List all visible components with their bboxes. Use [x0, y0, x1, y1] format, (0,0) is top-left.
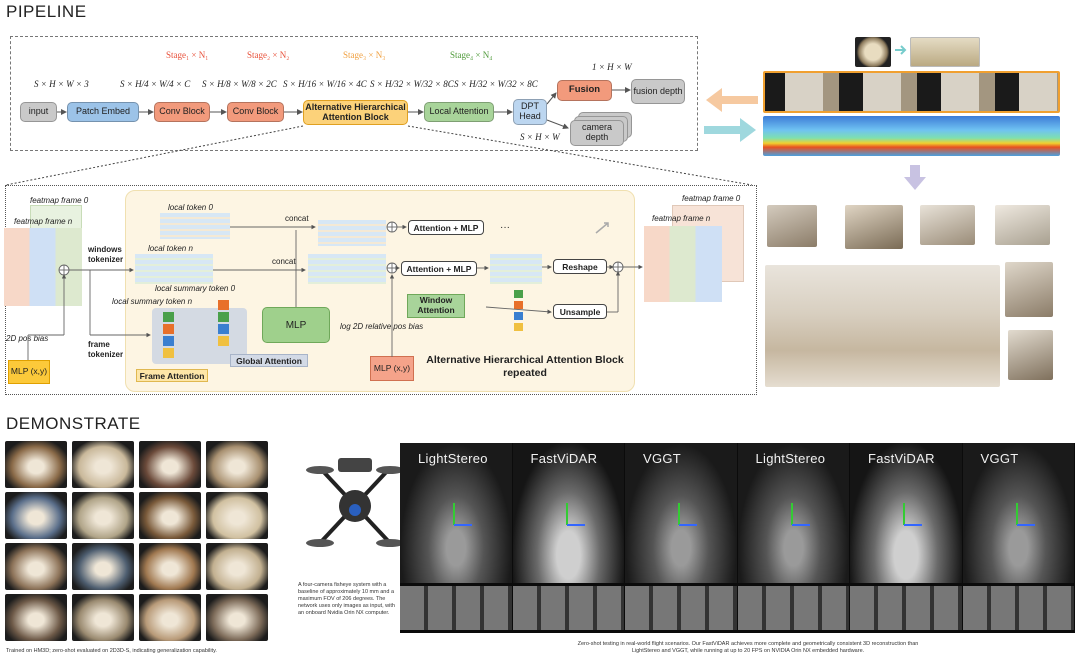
axis-gizmo-icon	[790, 503, 810, 526]
axis-gizmo-icon	[678, 503, 698, 526]
flight-panel-title: VGGT	[980, 451, 1019, 466]
room-thumb-4	[995, 205, 1050, 245]
fisheye-strip	[850, 586, 962, 630]
reconstruction-pointcloud-image	[765, 265, 1000, 387]
depth-heatmap-image	[763, 116, 1060, 156]
flight-panel-title: VGGT	[643, 451, 682, 466]
hm3d-thumbnail	[139, 594, 201, 641]
fused-panorama-image	[763, 71, 1060, 113]
hm3d-thumbnail	[206, 594, 268, 641]
flight-panel-title: LightStereo	[418, 451, 488, 466]
room-thumb-2	[845, 205, 903, 249]
room-thumb-1	[767, 205, 817, 247]
fisheye-strip	[962, 586, 1074, 630]
axis-gizmo-icon	[565, 503, 585, 526]
conv-block-1: Conv Block	[154, 102, 210, 122]
down-arrow-icon	[904, 165, 926, 190]
room-thumb-3	[920, 205, 975, 245]
local-attention-block: Local Attention	[424, 102, 494, 122]
hm3d-thumbnail	[72, 441, 134, 488]
demonstrate-section-title: DEMONSTRATE	[6, 414, 141, 433]
axis-gizmo-icon	[1015, 503, 1035, 526]
flight-panel-title: FastViDAR	[868, 451, 935, 466]
hm3d-thumbnail	[5, 492, 67, 539]
patch-embed-block: Patch Embed	[67, 102, 139, 122]
arrow-icon	[895, 45, 907, 55]
hm3d-thumbnail	[72, 594, 134, 641]
hm3d-thumbnail	[72, 543, 134, 590]
fisheye-thumbnail	[855, 37, 891, 67]
conv-block-2: Conv Block	[227, 102, 284, 122]
room-thumb-6	[1008, 330, 1053, 380]
drone-image	[306, 458, 404, 547]
fisheye-strip	[625, 586, 737, 630]
flight-caption: Zero-shot testing in real-world flight s…	[577, 641, 919, 654]
hm3d-thumbnail	[72, 492, 134, 539]
fusion-depth-block: fusion depth	[631, 79, 685, 104]
room-thumb-5	[1005, 262, 1053, 317]
hm3d-caption: Trained on HM3D; zero-shot evaluated on …	[6, 648, 217, 654]
detail-connectors	[27, 221, 643, 360]
axis-gizmo-icon	[903, 503, 923, 526]
hm3d-thumbnail	[206, 492, 268, 539]
hm3d-thumbnail	[139, 543, 201, 590]
zoom-guide-lines	[5, 125, 753, 186]
input-block: input	[20, 102, 57, 122]
fusion-block: Fusion	[557, 80, 612, 101]
flight-panel-title: LightStereo	[755, 451, 826, 466]
flight-panels-layer: LightStereo FastViDAR VGGT LightStereo FastV…	[400, 443, 1075, 633]
hm3d-thumbnail	[5, 441, 67, 488]
axis-gizmo-icon	[453, 503, 473, 526]
drone-caption: A four-camera fisheye system with a base…	[298, 582, 395, 616]
flight-panel-title: FastViDAR	[530, 451, 598, 466]
fisheye-strip	[737, 586, 849, 630]
fisheye-strip	[512, 586, 624, 630]
hm3d-thumbnail	[139, 441, 201, 488]
hm3d-image-grid	[5, 441, 270, 641]
hm3d-thumbnail	[139, 492, 201, 539]
equirect-thumbnail	[910, 37, 980, 67]
hm3d-thumbnail	[5, 543, 67, 590]
fisheye-strip	[400, 586, 512, 630]
hm3d-thumbnail	[206, 543, 268, 590]
hm3d-thumbnail	[5, 594, 67, 641]
hm3d-thumbnail	[206, 441, 268, 488]
